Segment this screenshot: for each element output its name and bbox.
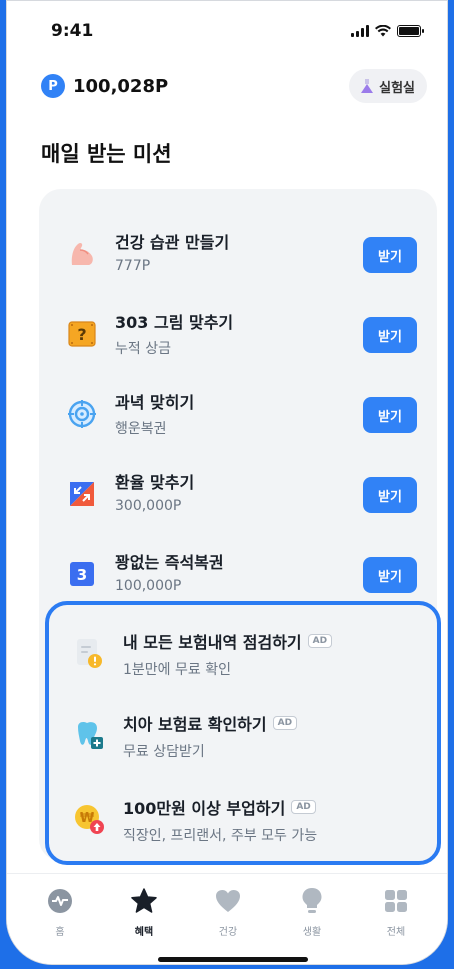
tooth-plus-icon bbox=[78, 722, 103, 749]
tab-label: 생활 bbox=[302, 927, 322, 938]
lightbulb-icon bbox=[297, 886, 327, 916]
star-icon bbox=[129, 886, 159, 916]
mission-subtitle: 100,000P bbox=[115, 578, 182, 594]
muscle-arm-icon bbox=[71, 242, 93, 265]
ad-badge: AD bbox=[272, 716, 298, 730]
ad-title-row: 100만원 이상 부업하기 AD bbox=[123, 795, 316, 819]
ad-list-highlight: 내 모든 보험내역 점검하기 AD 1분만에 무료 확인 치아 보험료 확인하기… bbox=[45, 601, 441, 865]
ad-title: 내 모든 보험내역 점검하기 bbox=[123, 633, 302, 652]
home-indicator bbox=[158, 957, 308, 962]
ad-subtitle: 무료 상담받기 bbox=[123, 744, 205, 760]
mission-item[interactable]: 건강 습관 만들기 777P 받기 bbox=[39, 211, 437, 291]
grid-icon bbox=[381, 886, 411, 916]
mission-title: 과녁 맞히기 bbox=[115, 393, 195, 412]
ad-title: 100만원 이상 부업하기 bbox=[123, 799, 286, 818]
mission-subtitle: 누적 상금 bbox=[115, 341, 171, 357]
pulse-icon bbox=[45, 886, 75, 916]
tab-label: 건강 bbox=[218, 927, 238, 938]
mission-item[interactable]: 환율 맞추기 300,000P 받기 bbox=[39, 451, 437, 531]
tab-all[interactable]: 전체 bbox=[366, 886, 426, 938]
claim-button[interactable]: 받기 bbox=[363, 397, 417, 433]
claim-button[interactable]: 받기 bbox=[363, 317, 417, 353]
svg-text:?: ? bbox=[77, 325, 86, 344]
point-coin-icon: P bbox=[41, 74, 65, 98]
mission-title: 건강 습관 만들기 bbox=[115, 233, 230, 252]
claim-button[interactable]: 받기 bbox=[363, 477, 417, 513]
cellular-signal-icon bbox=[351, 25, 369, 37]
tab-label: 홈 bbox=[55, 927, 65, 938]
mission-item[interactable]: ? 303 그림 맞추기 누적 상금 받기 bbox=[39, 291, 437, 371]
svg-text:3: 3 bbox=[77, 566, 87, 584]
mission-subtitle: 행운복권 bbox=[115, 421, 167, 437]
ad-item[interactable]: ₩ 100만원 이상 부업하기 AD 직장인, 프리랜서, 주부 모두 가능 bbox=[49, 777, 437, 857]
points-amount: 100,028P bbox=[73, 75, 169, 97]
ad-title: 치아 보험료 확인하기 bbox=[123, 715, 267, 734]
status-time: 9:41 bbox=[51, 21, 94, 41]
mission-title: 꽝없는 즉석복권 bbox=[115, 553, 224, 572]
mission-item[interactable]: 과녁 맞히기 행운복권 받기 bbox=[39, 371, 437, 451]
ad-subtitle: 직장인, 프리랜서, 주부 모두 가능 bbox=[123, 828, 318, 844]
claim-button[interactable]: 받기 bbox=[363, 557, 417, 593]
claim-button[interactable]: 받기 bbox=[363, 237, 417, 273]
lab-button[interactable]: 실험실 bbox=[349, 69, 427, 103]
ad-item[interactable]: 내 모든 보험내역 점검하기 AD 1분만에 무료 확인 bbox=[49, 611, 437, 691]
flask-icon bbox=[361, 79, 374, 93]
ad-title-row: 치아 보험료 확인하기 AD bbox=[123, 711, 298, 735]
mission-title: 환율 맞추기 bbox=[115, 473, 195, 492]
bottom-tab-bar: 홈 혜택 건강 생활 전체 bbox=[7, 873, 447, 964]
number-three-icon: 3 bbox=[70, 562, 94, 586]
tab-benefits[interactable]: 혜택 bbox=[114, 886, 174, 938]
question-box-icon: ? bbox=[68, 321, 96, 347]
phone-screen: 9:41 P 100,028P 실험실 매일 받는 미션 건강 습관 만들기 7… bbox=[6, 0, 448, 965]
status-icons bbox=[351, 25, 424, 37]
wifi-icon bbox=[375, 25, 391, 37]
document-warning-icon bbox=[77, 639, 102, 668]
ad-title-row: 내 모든 보험내역 점검하기 AD bbox=[123, 629, 333, 653]
tab-health[interactable]: 건강 bbox=[198, 886, 258, 938]
section-title: 매일 받는 미션 bbox=[41, 142, 172, 166]
tab-life[interactable]: 생활 bbox=[282, 886, 342, 938]
exchange-arrows-icon bbox=[70, 482, 94, 506]
target-icon bbox=[68, 400, 96, 428]
battery-icon bbox=[397, 25, 424, 37]
status-bar: 9:41 bbox=[7, 1, 447, 63]
ad-item[interactable]: 치아 보험료 확인하기 AD 무료 상담받기 bbox=[49, 693, 437, 773]
heart-icon bbox=[213, 886, 243, 916]
won-coin-up-icon: ₩ bbox=[75, 805, 104, 834]
ad-badge: AD bbox=[291, 800, 316, 814]
ad-subtitle: 1분만에 무료 확인 bbox=[123, 662, 231, 678]
mission-subtitle: 300,000P bbox=[115, 498, 182, 514]
mission-item[interactable]: 3 꽝없는 즉석복권 100,000P 받기 bbox=[39, 531, 437, 611]
points-balance[interactable]: P 100,028P bbox=[41, 74, 168, 98]
mission-title: 303 그림 맞추기 bbox=[115, 313, 234, 332]
tab-label: 혜택 bbox=[134, 927, 154, 938]
lab-button-label: 실험실 bbox=[379, 80, 415, 96]
tab-label: 전체 bbox=[386, 927, 406, 938]
mission-subtitle: 777P bbox=[115, 258, 151, 274]
ad-badge: AD bbox=[307, 634, 333, 648]
tab-home[interactable]: 홈 bbox=[30, 886, 90, 938]
